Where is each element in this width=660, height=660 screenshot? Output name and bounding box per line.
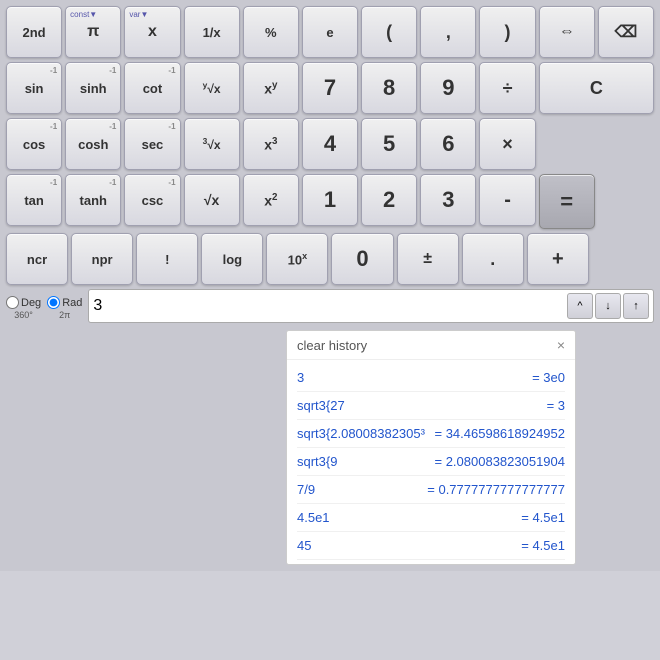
btn-2nd[interactable]: 2nd [6,6,62,58]
btn-cosh[interactable]: -1 cosh [65,118,121,170]
btn-empty1 [539,118,654,170]
history-header: clear history × [287,331,575,360]
btn-sec[interactable]: -1 sec [124,118,180,170]
btn-factorial[interactable]: ! [136,233,198,285]
bottom-section: Deg 360° Rad 2π ^ [6,289,654,565]
btn-9[interactable]: 9 [420,62,476,114]
display-caret-up[interactable]: ^ [567,293,593,319]
history-entry-0[interactable]: 3 = 3e0 [297,364,565,392]
btn-lparen[interactable]: ( [361,6,417,58]
btn-4[interactable]: 4 [302,118,358,170]
btn-swap[interactable]: ⇔ [539,6,595,58]
btn-tan[interactable]: -1 tan [6,174,62,226]
btn-clear[interactable]: C [539,62,654,114]
btn-10x[interactable]: 10x [266,233,328,285]
history-title: clear history [297,338,367,353]
btn-pi[interactable]: const▼ π [65,6,121,58]
btn-cos[interactable]: -1 cos [6,118,62,170]
history-panel: clear history × 3 = 3e0 sqrt3{27 = 3 sqr… [286,330,576,565]
btn-8[interactable]: 8 [361,62,417,114]
history-entry-3[interactable]: sqrt3{9 = 2.080083823051904 [297,448,565,476]
history-entry-5[interactable]: 4.5e1 = 4.5e1 [297,504,565,532]
rad-radio[interactable] [47,296,60,309]
button-grid-row1: 2nd const▼ π var▼ x 1/x % e ( , ) ⇔ [6,6,654,58]
btn-percent[interactable]: % [243,6,299,58]
btn-0[interactable]: 0 [331,233,393,285]
btn-cot[interactable]: -1 cot [124,62,180,114]
mode-display-row: Deg 360° Rad 2π ^ [6,289,654,327]
deg-mode-label[interactable]: Deg 360° [6,296,41,320]
history-entry-2[interactable]: sqrt3{2.08008382305³ = 34.46598618924952 [297,420,565,448]
button-grid-row5: ncr npr ! log 10x 0 ± . + [6,233,654,285]
btn-ncr[interactable]: ncr [6,233,68,285]
btn-e[interactable]: e [302,6,358,58]
history-entry-6[interactable]: 45 = 4.5e1 [297,532,565,560]
btn-plus[interactable]: + [527,233,589,285]
btn-x-var[interactable]: var▼ x [124,6,180,58]
btn-mul[interactable]: × [479,118,535,170]
display-input[interactable] [93,297,567,315]
btn-comma[interactable]: , [420,6,476,58]
button-grid-row3: -1 cos -1 cosh -1 sec 3√x x3 4 5 6 × [6,118,654,170]
btn-1[interactable]: 1 [302,174,358,226]
display-arrow-down[interactable]: ↓ [595,293,621,319]
display-arrow-up[interactable]: ↑ [623,293,649,319]
btn-xy[interactable]: xy [243,62,299,114]
btn-yrootx[interactable]: y√x [184,62,240,114]
btn-2[interactable]: 2 [361,174,417,226]
btn-cbrootx[interactable]: 3√x [184,118,240,170]
history-entry-1[interactable]: sqrt3{27 = 3 [297,392,565,420]
btn-inv-x[interactable]: 1/x [184,6,240,58]
history-entry-4[interactable]: 7/9 = 0.7777777777777777 [297,476,565,504]
history-body: 3 = 3e0 sqrt3{27 = 3 sqrt3{2.08008382305… [287,360,575,564]
btn-sin[interactable]: -1 sin [6,62,62,114]
btn-csc[interactable]: -1 csc [124,174,180,226]
history-close-btn[interactable]: × [557,337,565,353]
btn-equals[interactable]: = [539,174,595,229]
rad-mode-label[interactable]: Rad 2π [47,296,82,320]
btn-backspace[interactable]: ⌫ [598,6,654,58]
deg-radio[interactable] [6,296,19,309]
btn-minus[interactable]: - [479,174,535,226]
btn-3[interactable]: 3 [420,174,476,226]
btn-7[interactable]: 7 [302,62,358,114]
btn-xsq[interactable]: x2 [243,174,299,226]
calculator: 2nd const▼ π var▼ x 1/x % e ( , ) ⇔ [0,0,660,571]
btn-sinh[interactable]: -1 sinh [65,62,121,114]
btn-log[interactable]: log [201,233,263,285]
display-controls: ^ ↓ ↑ [567,293,649,319]
btn-5[interactable]: 5 [361,118,417,170]
btn-tanh[interactable]: -1 tanh [65,174,121,226]
btn-6[interactable]: 6 [420,118,476,170]
btn-sqrt[interactable]: √x [184,174,240,226]
btn-rparen[interactable]: ) [479,6,535,58]
btn-npr[interactable]: npr [71,233,133,285]
btn-div[interactable]: ÷ [479,62,535,114]
btn-xcubed[interactable]: x3 [243,118,299,170]
button-grid-row2: -1 sin -1 sinh -1 cot y√x xy 7 8 9 ÷ C [6,62,654,114]
btn-plusminus[interactable]: ± [397,233,459,285]
history-spacer [6,330,146,565]
btn-dot[interactable]: . [462,233,524,285]
button-grid-row4: -1 tan -1 tanh -1 csc √x x2 1 2 3 - = [6,174,654,229]
display-area: ^ ↓ ↑ [88,289,654,323]
history-row: clear history × 3 = 3e0 sqrt3{27 = 3 sqr… [6,330,654,565]
